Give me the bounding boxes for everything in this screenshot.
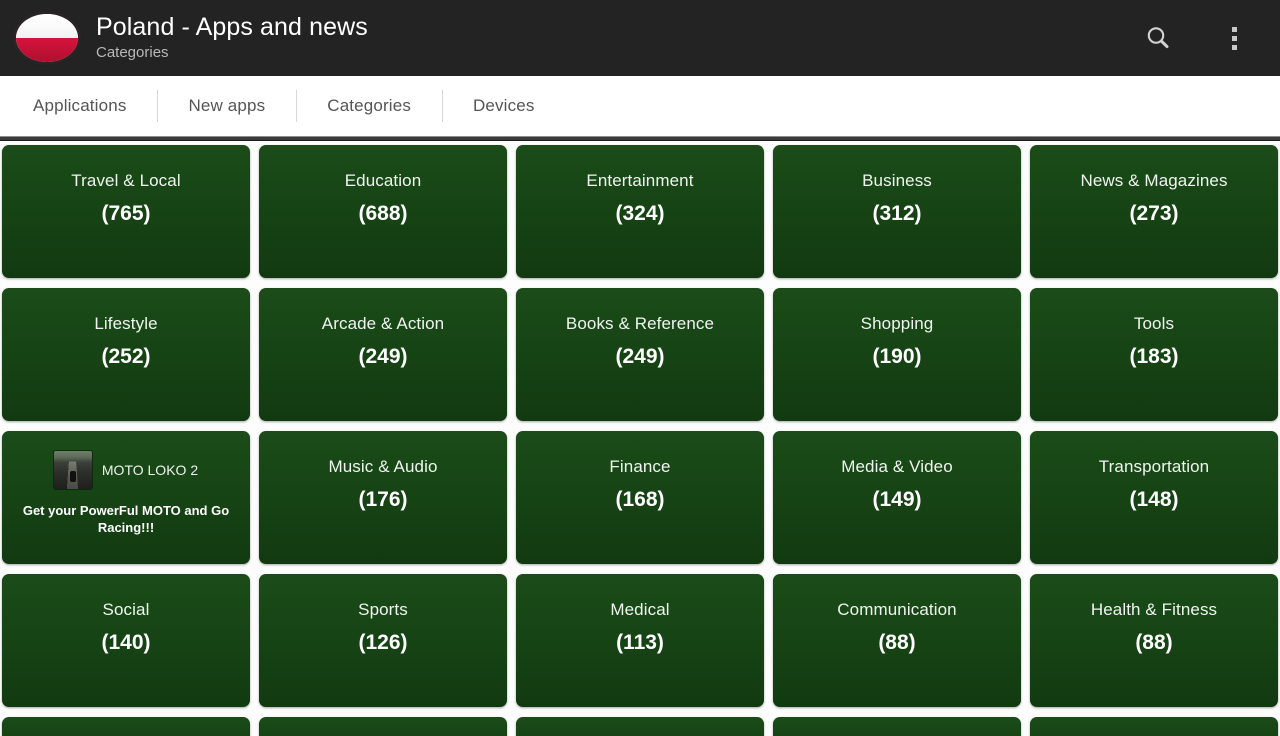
grid-row: Lifestyle (252) Arcade & Action (249) Bo… bbox=[2, 288, 1278, 421]
overflow-menu-icon bbox=[1231, 26, 1237, 50]
category-name: Arcade & Action bbox=[321, 314, 445, 333]
tab-categories[interactable]: Categories bbox=[296, 76, 442, 136]
category-tile[interactable] bbox=[1030, 717, 1278, 736]
category-count: (249) bbox=[615, 345, 665, 368]
flag-white-stripe bbox=[16, 14, 78, 38]
category-count: (183) bbox=[1129, 345, 1179, 368]
ad-body-text: Get your PowerFul MOTO and Go Racing!!! bbox=[22, 503, 230, 535]
category-name: Medical bbox=[610, 600, 670, 619]
category-count: (252) bbox=[101, 345, 151, 368]
category-name: Business bbox=[862, 171, 932, 190]
flag-red-stripe bbox=[16, 38, 78, 62]
app-bar-titles: Poland - Apps and news Categories bbox=[96, 13, 368, 63]
category-tile[interactable]: Music & Audio (176) bbox=[259, 431, 507, 564]
grid-row: MOTO LOKO 2 Get your PowerFul MOTO and G… bbox=[2, 431, 1278, 564]
category-tile[interactable]: Tools (183) bbox=[1030, 288, 1278, 421]
category-grid: Travel & Local (765) Education (688) Ent… bbox=[0, 141, 1280, 736]
ad-header: MOTO LOKO 2 bbox=[2, 451, 250, 489]
category-tile[interactable]: Finance (168) bbox=[516, 431, 764, 564]
poland-flag-icon[interactable] bbox=[16, 14, 78, 62]
category-count: (88) bbox=[878, 631, 916, 654]
category-tile[interactable]: Arcade & Action (249) bbox=[259, 288, 507, 421]
category-tile[interactable]: Health & Fitness (88) bbox=[1030, 574, 1278, 707]
category-name: News & Magazines bbox=[1080, 171, 1228, 190]
category-tile[interactable]: Communication (88) bbox=[773, 574, 1021, 707]
category-name: Shopping bbox=[860, 314, 934, 333]
page-title: Poland - Apps and news bbox=[96, 13, 368, 41]
category-name: Entertainment bbox=[586, 171, 694, 190]
page-subtitle: Categories bbox=[96, 44, 169, 61]
category-tile[interactable]: Education (688) bbox=[259, 145, 507, 278]
category-name: Tools bbox=[1133, 314, 1175, 333]
category-tile[interactable] bbox=[2, 717, 250, 736]
category-count: (324) bbox=[615, 202, 665, 225]
category-name: Social bbox=[102, 600, 150, 619]
category-count: (126) bbox=[358, 631, 408, 654]
tab-applications[interactable]: Applications bbox=[2, 76, 157, 136]
category-tile[interactable] bbox=[773, 717, 1021, 736]
search-button[interactable] bbox=[1136, 16, 1180, 60]
category-tile[interactable] bbox=[259, 717, 507, 736]
category-tile[interactable]: Media & Video (149) bbox=[773, 431, 1021, 564]
app-bar-actions bbox=[1136, 16, 1266, 60]
category-name: Finance bbox=[609, 457, 671, 476]
category-count: (140) bbox=[101, 631, 151, 654]
grid-row: Social (140) Sports (126) Medical (113) … bbox=[2, 574, 1278, 707]
category-count: (176) bbox=[358, 488, 408, 511]
category-tile[interactable]: Transportation (148) bbox=[1030, 431, 1278, 564]
category-count: (249) bbox=[358, 345, 408, 368]
category-count: (149) bbox=[872, 488, 922, 511]
category-tile[interactable]: Books & Reference (249) bbox=[516, 288, 764, 421]
category-name: Media & Video bbox=[841, 457, 953, 476]
ad-title: MOTO LOKO 2 bbox=[101, 461, 199, 478]
category-tile[interactable]: Sports (126) bbox=[259, 574, 507, 707]
tab-bar: Applications New apps Categories Devices bbox=[0, 76, 1280, 136]
category-tile[interactable]: News & Magazines (273) bbox=[1030, 145, 1278, 278]
category-name: Music & Audio bbox=[328, 457, 438, 476]
grid-row-partial bbox=[2, 717, 1278, 736]
category-tile[interactable]: Shopping (190) bbox=[773, 288, 1021, 421]
category-tile[interactable]: Travel & Local (765) bbox=[2, 145, 250, 278]
tab-devices[interactable]: Devices bbox=[441, 76, 566, 136]
category-count: (148) bbox=[1129, 488, 1179, 511]
category-name: Travel & Local bbox=[71, 171, 181, 190]
advertisement-tile[interactable]: MOTO LOKO 2 Get your PowerFul MOTO and G… bbox=[2, 431, 250, 564]
category-name: Communication bbox=[837, 600, 957, 619]
category-name: Books & Reference bbox=[565, 314, 715, 333]
moto-loko-2-thumbnail-icon bbox=[53, 451, 92, 489]
category-count: (168) bbox=[615, 488, 665, 511]
search-icon bbox=[1147, 27, 1169, 49]
grid-row: Travel & Local (765) Education (688) Ent… bbox=[2, 145, 1278, 278]
category-name: Health & Fitness bbox=[1090, 600, 1218, 619]
category-tile[interactable]: Business (312) bbox=[773, 145, 1021, 278]
overflow-menu-button[interactable] bbox=[1212, 16, 1256, 60]
category-name: Lifestyle bbox=[94, 314, 158, 333]
category-name: Education bbox=[344, 171, 422, 190]
category-name: Transportation bbox=[1098, 457, 1210, 476]
category-tile[interactable]: Lifestyle (252) bbox=[2, 288, 250, 421]
category-tile[interactable]: Social (140) bbox=[2, 574, 250, 707]
category-count: (113) bbox=[616, 631, 664, 654]
category-name: Sports bbox=[358, 600, 408, 619]
app-bar: Poland - Apps and news Categories bbox=[0, 0, 1280, 76]
category-count: (190) bbox=[872, 345, 922, 368]
category-count: (88) bbox=[1135, 631, 1173, 654]
category-count: (273) bbox=[1129, 202, 1179, 225]
category-tile[interactable] bbox=[516, 717, 764, 736]
category-count: (765) bbox=[101, 202, 151, 225]
category-tile[interactable]: Medical (113) bbox=[516, 574, 764, 707]
category-count: (312) bbox=[872, 202, 922, 225]
tab-new-apps[interactable]: New apps bbox=[157, 76, 296, 136]
category-tile[interactable]: Entertainment (324) bbox=[516, 145, 764, 278]
category-count: (688) bbox=[358, 202, 408, 225]
